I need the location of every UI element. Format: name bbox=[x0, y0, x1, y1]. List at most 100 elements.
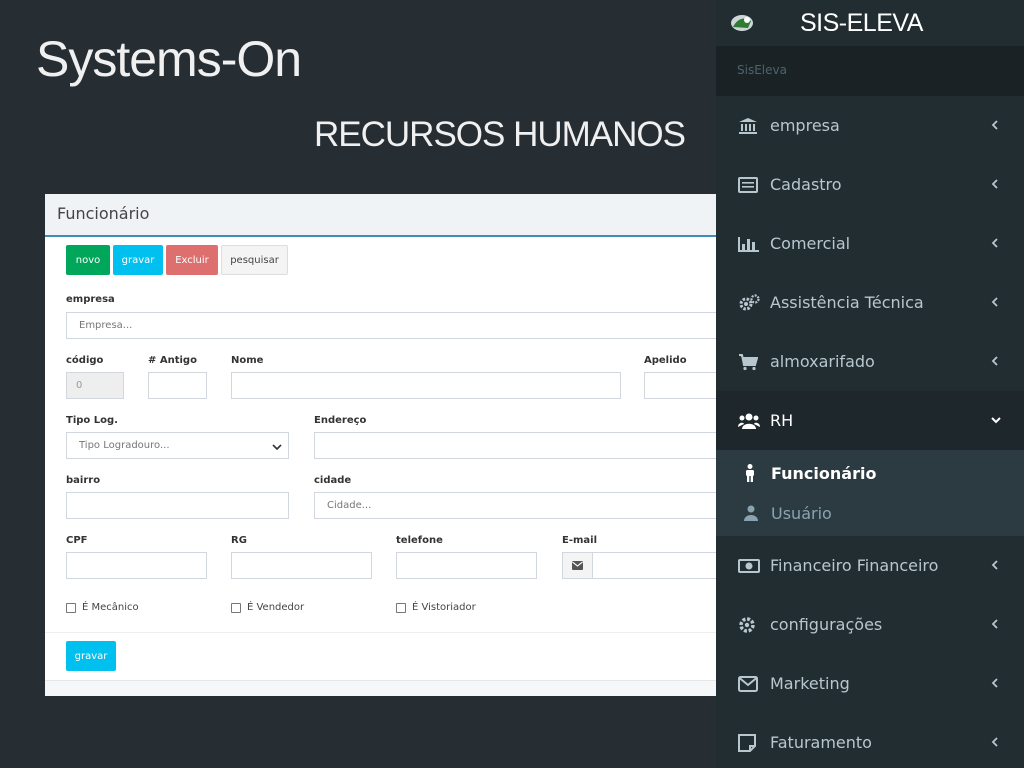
mecanico-label: É Mecânico bbox=[82, 602, 139, 613]
checkbox-box[interactable] bbox=[66, 602, 76, 613]
sidebar-item-empresa[interactable]: empresa bbox=[716, 96, 1024, 155]
logo-bar: SIS-ELEVA bbox=[716, 0, 1024, 46]
list-icon bbox=[738, 175, 762, 195]
sidebar-subitem-funcionario[interactable]: Funcionário bbox=[716, 453, 1024, 493]
slide-subtitle: RECURSOS HUMANOS bbox=[314, 115, 686, 154]
sidebar: SIS-ELEVA SisEleva empresa Cadastro Come… bbox=[716, 0, 1024, 768]
rg-input[interactable] bbox=[231, 552, 372, 579]
sidebar-item-cadastro[interactable]: Cadastro bbox=[716, 155, 1024, 214]
app-title: SIS-ELEVA bbox=[800, 8, 923, 37]
sidebar-item-label: Faturamento bbox=[770, 733, 872, 752]
checkbox-box[interactable] bbox=[231, 602, 241, 613]
sidebar-item-label: Financeiro Financeiro bbox=[770, 556, 939, 575]
tipo-log-select[interactable]: Tipo Logradouro... bbox=[66, 432, 289, 459]
users-icon bbox=[738, 411, 762, 431]
telefone-input[interactable] bbox=[396, 552, 537, 579]
bairro-label: bairro bbox=[66, 475, 101, 486]
sidebar-item-label: empresa bbox=[770, 116, 840, 135]
antigo-input[interactable] bbox=[148, 372, 207, 399]
chevron-left-icon bbox=[991, 356, 998, 366]
chevron-left-icon bbox=[991, 560, 998, 570]
sidebar-item-configuracoes[interactable]: configurações bbox=[716, 595, 1024, 654]
nome-input[interactable] bbox=[231, 372, 621, 399]
chevron-left-icon bbox=[991, 619, 998, 629]
mecanico-checkbox[interactable]: É Mecânico bbox=[66, 602, 139, 613]
vendedor-label: É Vendedor bbox=[247, 602, 305, 613]
envelope-icon bbox=[738, 674, 762, 694]
vistoriador-checkbox[interactable]: É Vistoriador bbox=[396, 602, 476, 613]
vendedor-checkbox[interactable]: É Vendedor bbox=[231, 602, 304, 613]
note-icon bbox=[738, 733, 762, 753]
rh-submenu: Funcionário Usuário bbox=[716, 450, 1024, 536]
bairro-input[interactable] bbox=[66, 492, 289, 519]
panel-footer bbox=[45, 680, 716, 696]
sidebar-item-label: Marketing bbox=[770, 674, 850, 693]
bank-icon bbox=[738, 116, 762, 136]
cpf-input[interactable] bbox=[66, 552, 207, 579]
chevron-down-icon bbox=[991, 417, 1001, 424]
chevron-left-icon bbox=[991, 297, 998, 307]
sidebar-item-faturamento[interactable]: Faturamento bbox=[716, 713, 1024, 768]
email-input[interactable] bbox=[592, 552, 716, 579]
sidebar-item-label: Assistência Técnica bbox=[770, 293, 924, 312]
cart-icon bbox=[738, 352, 762, 372]
chevron-left-icon bbox=[991, 179, 998, 189]
apelido-input[interactable] bbox=[644, 372, 716, 399]
bar-chart-icon bbox=[738, 234, 762, 254]
sidebar-item-label: configurações bbox=[770, 615, 883, 634]
checkbox-box[interactable] bbox=[396, 602, 406, 613]
app-logo-icon bbox=[731, 15, 753, 31]
empresa-select[interactable]: Empresa... bbox=[66, 312, 716, 339]
chevron-left-icon bbox=[991, 120, 998, 130]
gear-icon bbox=[738, 615, 762, 635]
employee-form-panel: Funcionário novo gravar Excluir pesquisa… bbox=[45, 194, 716, 696]
antigo-label: # Antigo bbox=[148, 355, 197, 366]
apelido-label: Apelido bbox=[644, 355, 687, 366]
chevron-left-icon bbox=[991, 737, 998, 747]
telefone-label: telefone bbox=[396, 535, 443, 546]
envelope-icon bbox=[572, 561, 583, 570]
sidebar-item-label: Cadastro bbox=[770, 175, 842, 194]
tipo-log-selected: Tipo Logradouro... bbox=[79, 440, 170, 451]
sidebar-item-financeiro[interactable]: Financeiro Financeiro bbox=[716, 536, 1024, 595]
endereco-label: Endereço bbox=[314, 415, 367, 426]
new-button[interactable]: novo bbox=[66, 245, 110, 275]
email-label: E-mail bbox=[562, 535, 598, 546]
codigo-label: código bbox=[66, 355, 104, 366]
toolbar: novo gravar Excluir pesquisar bbox=[66, 245, 695, 275]
male-icon bbox=[744, 464, 760, 482]
sidebar-subitem-label: Usuário bbox=[771, 503, 832, 523]
search-button[interactable]: pesquisar bbox=[221, 245, 288, 275]
sidebar-item-almoxarifado[interactable]: almoxarifado bbox=[716, 332, 1024, 391]
cidade-select[interactable]: Cidade... bbox=[314, 492, 716, 519]
slide-title: Systems-On bbox=[36, 31, 302, 87]
panel-title: Funcionário bbox=[45, 194, 716, 237]
brand-label: SisEleva bbox=[716, 46, 1024, 96]
cidade-label: cidade bbox=[314, 475, 352, 486]
chevron-left-icon bbox=[991, 678, 998, 688]
tipo-log-label: Tipo Log. bbox=[66, 415, 118, 426]
cpf-label: CPF bbox=[66, 535, 88, 546]
form-divider bbox=[45, 632, 716, 633]
gears-icon bbox=[738, 293, 762, 313]
vistoriador-label: É Vistoriador bbox=[412, 602, 476, 613]
delete-button[interactable]: Excluir bbox=[166, 245, 218, 275]
sidebar-item-assistencia-tecnica[interactable]: Assistência Técnica bbox=[716, 273, 1024, 332]
sidebar-item-comercial[interactable]: Comercial bbox=[716, 214, 1024, 273]
chevron-down-icon bbox=[272, 444, 282, 451]
sidebar-subitem-label: Funcionário bbox=[771, 463, 877, 483]
save-button[interactable]: gravar bbox=[113, 245, 163, 275]
money-icon bbox=[738, 556, 762, 576]
footer-save-button[interactable]: gravar bbox=[66, 641, 116, 671]
sidebar-item-label: Comercial bbox=[770, 234, 851, 253]
chevron-left-icon bbox=[991, 238, 998, 248]
nome-label: Nome bbox=[231, 355, 264, 366]
endereco-input[interactable] bbox=[314, 432, 716, 459]
sidebar-item-marketing[interactable]: Marketing bbox=[716, 654, 1024, 713]
codigo-input: 0 bbox=[66, 372, 124, 399]
sidebar-item-rh[interactable]: RH bbox=[716, 391, 1024, 450]
panel-body: novo gravar Excluir pesquisar bbox=[45, 237, 716, 301]
rg-label: RG bbox=[231, 535, 247, 546]
empresa-label: empresa bbox=[66, 294, 115, 305]
sidebar-subitem-usuario[interactable]: Usuário bbox=[716, 493, 1024, 533]
